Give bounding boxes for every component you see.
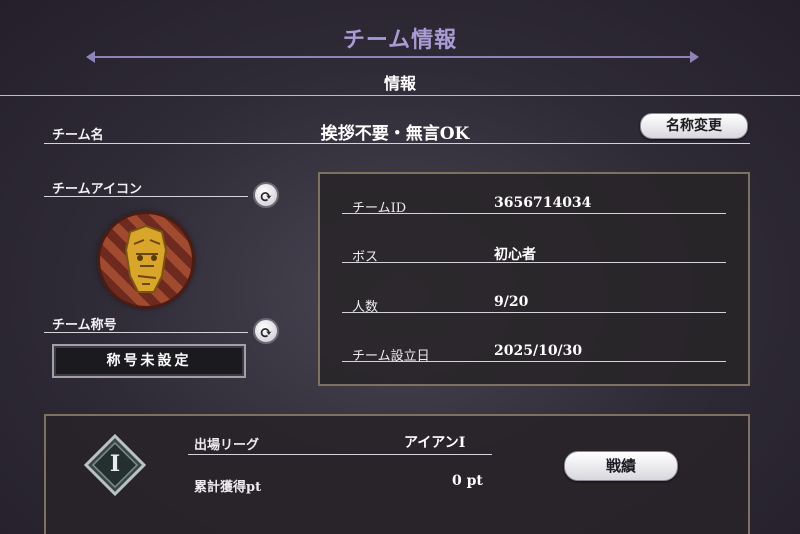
league-value: アイアンⅠ bbox=[404, 435, 466, 451]
info-row-underline bbox=[342, 213, 726, 214]
team-title-label: チーム称号 bbox=[52, 318, 117, 333]
points-value: 0 pt bbox=[452, 473, 483, 489]
members-value: 9/20 bbox=[494, 294, 529, 310]
refresh-icon: ⟳ bbox=[259, 323, 273, 342]
team-id-value: 3656714034 bbox=[494, 195, 592, 211]
golden-mask-icon bbox=[124, 224, 168, 293]
section-title: 情報 bbox=[383, 74, 416, 93]
rename-button[interactable]: 名称変更 bbox=[640, 113, 748, 139]
info-row-underline bbox=[342, 262, 726, 263]
team-icon-underline bbox=[44, 196, 248, 197]
title-divider bbox=[92, 56, 696, 58]
league-label: 出場リーグ bbox=[194, 438, 260, 453]
league-underline bbox=[188, 454, 492, 455]
team-name-label: チーム名 bbox=[52, 128, 104, 143]
change-icon-button[interactable]: ⟳ bbox=[253, 182, 279, 208]
team-icon-avatar bbox=[100, 214, 192, 306]
info-row-underline bbox=[342, 361, 726, 362]
league-badge: I bbox=[83, 433, 147, 497]
refresh-icon: ⟳ bbox=[259, 187, 273, 206]
team-title-box[interactable]: 称号未設定 bbox=[52, 344, 246, 378]
team-icon-label: チームアイコン bbox=[52, 182, 142, 197]
section-divider bbox=[0, 95, 800, 96]
points-label: 累計獲得pt bbox=[194, 480, 262, 495]
info-row-underline bbox=[342, 312, 726, 313]
team-title-underline bbox=[44, 332, 248, 333]
right-arrow-ornament bbox=[690, 51, 699, 63]
league-badge-text: I bbox=[109, 451, 121, 477]
boss-value: 初心者 bbox=[494, 247, 536, 263]
record-button[interactable]: 戦績 bbox=[564, 451, 678, 481]
team-name-underline bbox=[44, 143, 750, 144]
page-title: チーム情報 bbox=[342, 27, 458, 53]
change-title-button[interactable]: ⟳ bbox=[253, 318, 279, 344]
founded-value: 2025/10/30 bbox=[494, 343, 583, 359]
team-name-value: 挨拶不要・無言OK bbox=[320, 124, 470, 144]
